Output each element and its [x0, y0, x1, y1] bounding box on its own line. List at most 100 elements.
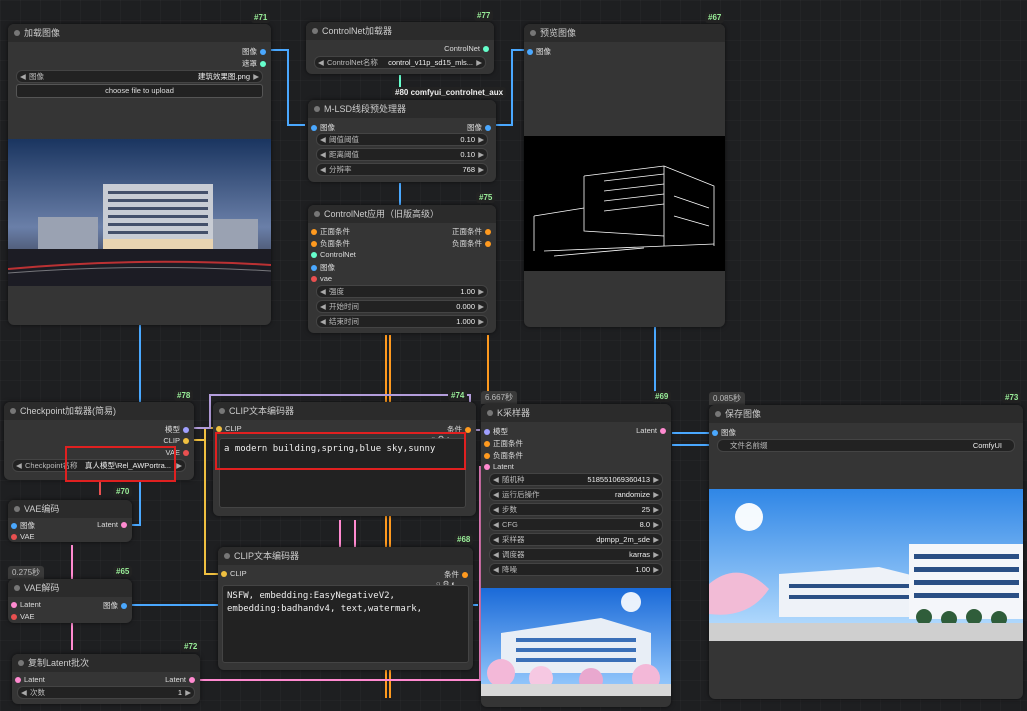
amount-widget[interactable]: ◀ 次数 1 ▶ — [17, 686, 195, 699]
node-load-image[interactable]: 加载图像 图像 遮罩 ◀ 图像 建筑效果图.png ▶ choose file … — [8, 24, 271, 325]
cfg-widget[interactable]: ◀ CFG 8.0 ▶ — [489, 518, 663, 531]
output-clip[interactable]: CLIP — [163, 436, 192, 445]
input-controlnet[interactable]: ControlNet — [308, 250, 356, 259]
input-image[interactable]: 图像 — [8, 520, 35, 531]
node-clip-text-negative[interactable]: CLIP文本编码器 CLIP 条件 ○ ⚙ ◐ NSFW, embedding:… — [218, 547, 473, 670]
input-negative[interactable]: 负面条件 — [481, 450, 523, 461]
node-title[interactable]: VAE编码 — [8, 500, 132, 518]
collapse-dot-icon[interactable] — [14, 585, 20, 591]
arrow-right-icon[interactable]: ▶ — [476, 57, 482, 68]
output-latent[interactable]: Latent — [165, 675, 198, 684]
node-title[interactable]: Checkpoint加载器(简易) — [4, 402, 194, 420]
input-vae[interactable]: VAE — [8, 612, 34, 621]
node-preview-image[interactable]: 预览图像 图像 — [524, 24, 725, 327]
input-image[interactable]: 图像 — [308, 262, 335, 273]
node-title[interactable]: CLIP文本编码器 — [218, 547, 473, 565]
node-title[interactable]: 复制Latent批次 — [12, 654, 200, 672]
controlnet-name-select[interactable]: ◀ ControlNet名称 control_v11p_sd15_mls... … — [314, 56, 486, 69]
node-title[interactable]: ControlNet应用（旧版高级） — [308, 205, 496, 223]
node-vae-encode[interactable]: VAE编码 图像 VAE Latent — [8, 500, 132, 542]
output-negative[interactable]: 负面条件 — [452, 238, 494, 249]
collapse-dot-icon[interactable] — [219, 408, 225, 414]
output-mask[interactable]: 遮罩 — [242, 58, 269, 69]
output-positive[interactable]: 正面条件 — [452, 226, 494, 237]
node-title[interactable]: 加载图像 — [8, 24, 271, 42]
node-title[interactable]: M-LSD线段预处理器 — [308, 100, 496, 118]
resolution-widget[interactable]: ◀ 分辨率 768 ▶ — [316, 163, 488, 176]
collapse-dot-icon[interactable] — [14, 30, 20, 36]
arrow-right-icon[interactable]: ▶ — [253, 71, 259, 82]
saved-image-preview — [709, 489, 1023, 641]
upload-button[interactable]: choose file to upload — [16, 84, 263, 98]
end-percent-widget[interactable]: ◀ 结束时间 1.000 ▶ — [316, 315, 488, 328]
denoise-widget[interactable]: ◀ 降噪 1.00 ▶ — [489, 563, 663, 576]
image-select[interactable]: ◀ 图像 建筑效果图.png ▶ — [16, 70, 263, 83]
node-controlnet-loader[interactable]: ControlNet加载器 ControlNet ◀ ControlNet名称 … — [306, 22, 494, 74]
wire-image — [270, 49, 305, 126]
collapse-dot-icon[interactable] — [314, 211, 320, 217]
node-mlsd-preprocessor[interactable]: M-LSD线段预处理器 图像 图像 ◀ 阈值阈值 0.10 ▶ ◀ 距离阈值 0.10 ▶ … — [308, 100, 496, 182]
collapse-dot-icon[interactable] — [18, 660, 24, 666]
arrow-left-icon[interactable]: ◀ — [20, 71, 26, 82]
collapse-dot-icon[interactable] — [10, 408, 16, 414]
node-ksampler[interactable]: K采样器 模型 正面条件 负面条件 Latent Latent ◀ 随机种 5185… — [481, 404, 671, 707]
node-id-badge: #72 — [181, 641, 201, 652]
output-model[interactable]: 模型 — [165, 424, 192, 435]
input-vae[interactable]: VAE — [8, 532, 34, 541]
node-save-image[interactable]: 保存图像 图像 文件名前缀 ComfyUI — [709, 405, 1023, 699]
input-image[interactable]: 图像 — [308, 122, 335, 133]
input-latent[interactable]: Latent — [12, 675, 45, 684]
input-positive[interactable]: 正面条件 — [481, 438, 523, 449]
filename-prefix-input[interactable]: 文件名前缀 ComfyUI — [717, 439, 1015, 452]
output-image[interactable]: 图像 — [103, 600, 130, 611]
node-title[interactable]: ControlNet加载器 — [306, 22, 494, 40]
node-title[interactable]: 预览图像 — [524, 24, 725, 42]
node-id-badge: #74 — [448, 390, 468, 401]
output-image[interactable]: 图像 — [242, 46, 269, 57]
output-latent[interactable]: Latent — [97, 520, 130, 529]
collapse-dot-icon[interactable] — [314, 106, 320, 112]
negative-prompt-textarea[interactable]: NSFW, embedding:EasyNegativeV2, embeddin… — [222, 585, 469, 663]
node-controlnet-apply[interactable]: ControlNet应用（旧版高级） 正面条件 负面条件 ControlNet … — [308, 205, 496, 333]
seed-widget[interactable]: ◀ 随机种 518551069360413 ▶ — [489, 473, 663, 486]
collapse-dot-icon[interactable] — [530, 30, 536, 36]
collapse-dot-icon[interactable] — [224, 553, 230, 559]
input-vae[interactable]: vae — [308, 274, 332, 283]
input-image[interactable]: 图像 — [709, 427, 736, 438]
collapse-dot-icon[interactable] — [715, 411, 721, 417]
checkpoint-highlight-box — [65, 446, 176, 482]
strength-widget[interactable]: ◀ 强度 1.00 ▶ — [316, 285, 488, 298]
output-controlnet[interactable]: ControlNet — [444, 44, 492, 53]
output-latent[interactable]: Latent — [636, 426, 669, 435]
sampler-preview-image — [481, 588, 671, 696]
input-positive[interactable]: 正面条件 — [308, 226, 350, 237]
collapse-dot-icon[interactable] — [312, 28, 318, 34]
arrow-left-icon[interactable]: ◀ — [318, 57, 324, 68]
node-title[interactable]: VAE解码 — [8, 579, 132, 597]
input-image[interactable]: 图像 — [524, 46, 551, 57]
input-clip[interactable]: CLIP — [218, 569, 247, 578]
input-negative[interactable]: 负面条件 — [308, 238, 350, 249]
collapse-dot-icon[interactable] — [14, 506, 20, 512]
node-id-badge: #71 — [251, 12, 271, 23]
node-id-badge: #75 — [476, 192, 496, 203]
node-vae-decode[interactable]: VAE解码 Latent VAE 图像 — [8, 579, 132, 623]
distance-threshold-widget[interactable]: ◀ 距离阈值 0.10 ▶ — [316, 148, 488, 161]
control-after-generate-widget[interactable]: ◀ 运行后操作 randomize ▶ — [489, 488, 663, 501]
execution-time-badge: 0.085秒 — [709, 392, 746, 405]
steps-widget[interactable]: ◀ 步数 25 ▶ — [489, 503, 663, 516]
start-percent-widget[interactable]: ◀ 开始时间 0.000 ▶ — [316, 300, 488, 313]
threshold-widget[interactable]: ◀ 阈值阈值 0.10 ▶ — [316, 133, 488, 146]
node-id-badge: #67 — [705, 12, 725, 23]
sampler-widget[interactable]: ◀ 采样器 dpmpp_2m_sde ▶ — [489, 533, 663, 546]
input-model[interactable]: 模型 — [481, 426, 508, 437]
node-title[interactable]: 保存图像 — [709, 405, 1023, 423]
node-repeat-latent-batch[interactable]: 复制Latent批次 Latent Latent ◀ 次数 1 ▶ — [12, 654, 200, 704]
node-title[interactable]: CLIP文本编码器 — [213, 402, 476, 420]
input-latent[interactable]: Latent — [8, 600, 41, 609]
output-image[interactable]: 图像 — [467, 122, 494, 133]
input-latent[interactable]: Latent — [481, 462, 514, 471]
scheduler-widget[interactable]: ◀ 调度器 karras ▶ — [489, 548, 663, 561]
node-title[interactable]: K采样器 — [481, 404, 671, 422]
collapse-dot-icon[interactable] — [487, 410, 493, 416]
